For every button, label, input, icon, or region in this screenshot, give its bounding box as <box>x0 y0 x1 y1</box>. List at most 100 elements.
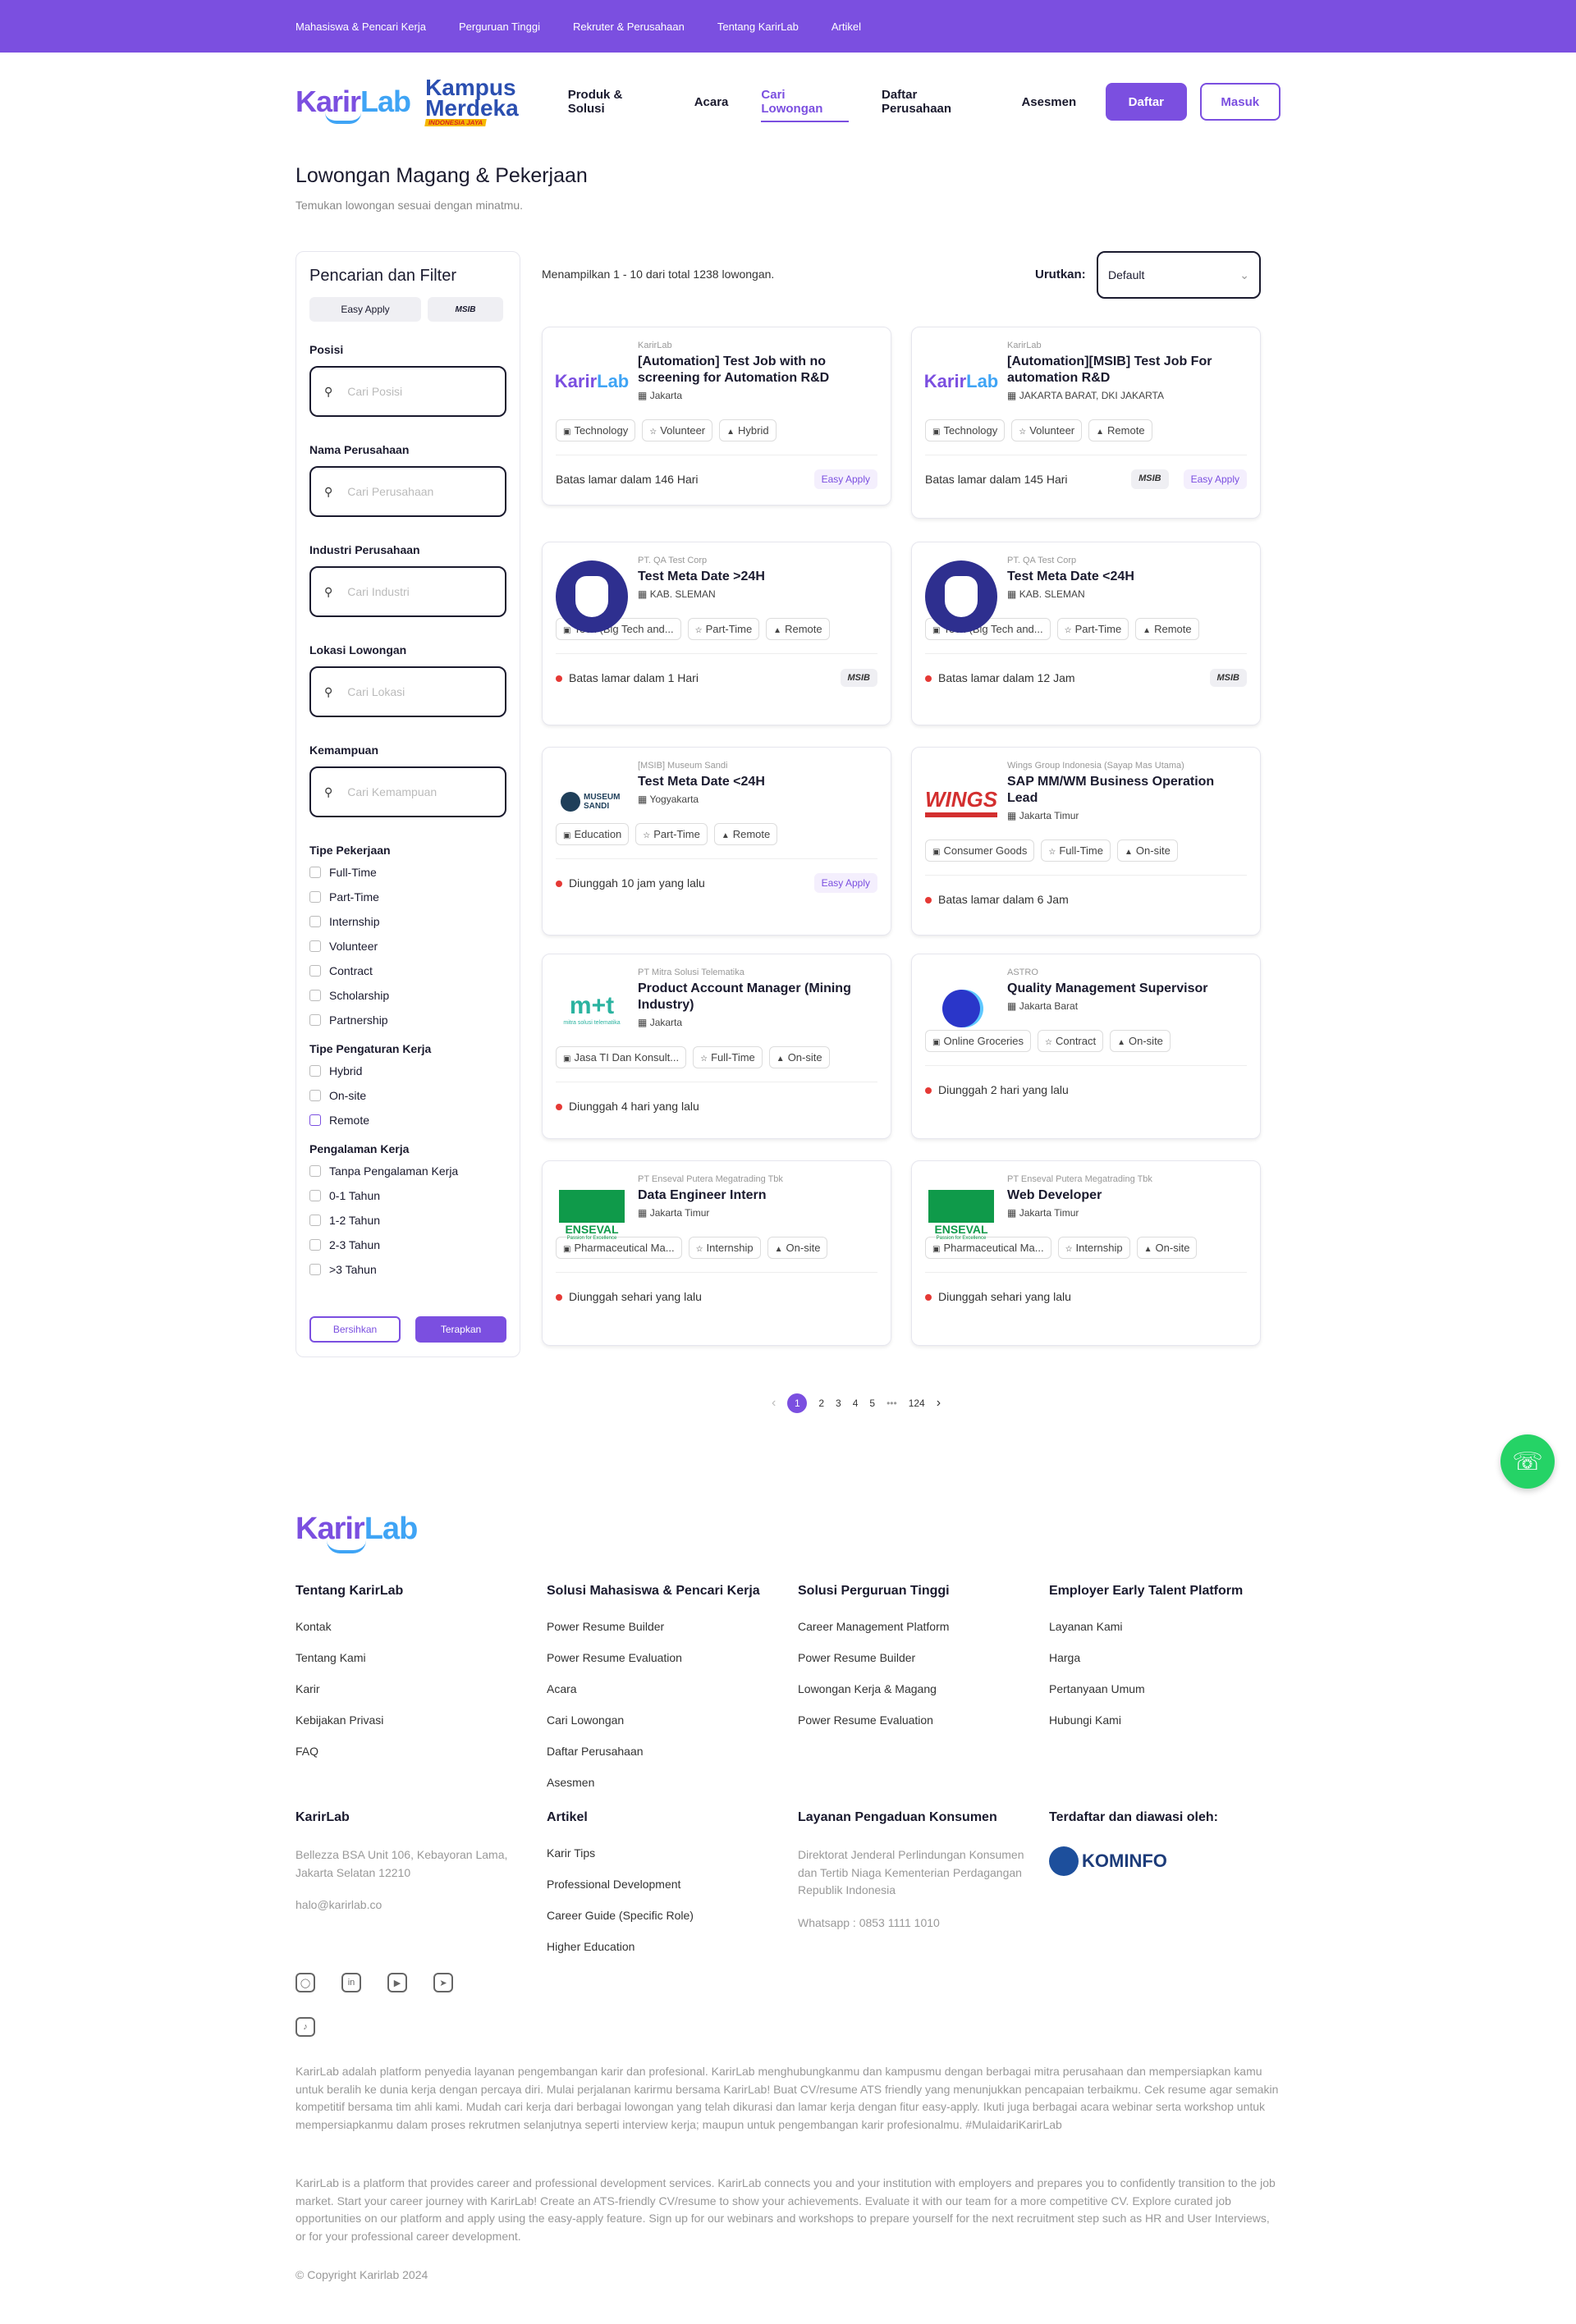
job-title[interactable]: SAP MM/WM Business Operation Lead <box>1007 774 1247 807</box>
footer-link[interactable]: Power Resume Evaluation <box>798 1713 1044 1727</box>
nav-cari-lowongan[interactable]: Cari Lowongan <box>761 88 849 122</box>
footer-link[interactable]: Daftar Perusahaan <box>547 1745 793 1758</box>
checkbox-on-site[interactable]: On-site <box>309 1083 506 1108</box>
footer-link[interactable]: Higher Education <box>547 1940 793 1953</box>
karirlab-logo[interactable]: KarirLab <box>296 85 411 124</box>
checkbox-hybrid[interactable]: Hybrid <box>309 1059 506 1083</box>
job-title[interactable]: Product Account Manager (Mining Industry… <box>638 981 877 1013</box>
footer-link[interactable]: Asesmen <box>547 1776 793 1789</box>
masuk-button[interactable]: Masuk <box>1199 83 1280 121</box>
page-3[interactable]: 3 <box>836 1398 841 1409</box>
topbar-link-artikel[interactable]: Artikel <box>832 21 861 33</box>
footer-link[interactable]: Karir <box>296 1682 542 1695</box>
footer-col-artikel: Artikel Karir Tips Professional Developm… <box>547 1810 793 1971</box>
footer-link[interactable]: Layanan Kami <box>1049 1620 1295 1633</box>
checkbox-2-3[interactable]: 2-3 Tahun <box>309 1233 506 1257</box>
footer-logo[interactable]: KarirLab <box>296 1512 418 1553</box>
page-2[interactable]: 2 <box>818 1398 824 1409</box>
footer-link[interactable]: Power Resume Builder <box>798 1651 1044 1664</box>
topbar-link-tentang[interactable]: Tentang KarirLab <box>717 21 799 33</box>
job-card[interactable]: MUSEUM SANDI [MSIB] Museum Sandi Test Me… <box>542 747 891 936</box>
checkbox-volunteer[interactable]: Volunteer <box>309 934 506 958</box>
job-title[interactable]: [Automation][MSIB] Test Job For automati… <box>1007 354 1247 387</box>
job-title[interactable]: Quality Management Supervisor <box>1007 981 1247 997</box>
job-card[interactable]: m+t mitra solusi telematika PT Mitra Solu… <box>542 954 891 1139</box>
job-card[interactable]: PT. QA Test Corp Test Meta Date <24H ▦ K… <box>911 542 1261 725</box>
job-card[interactable]: WINGS Wings Group Indonesia (Sayap Mas U… <box>911 747 1261 936</box>
instagram-icon[interactable]: ◯ <box>296 1973 315 1992</box>
easy-apply-filter[interactable]: Easy Apply <box>309 297 421 322</box>
youtube-icon[interactable]: ▶ <box>387 1973 407 1992</box>
checkbox-1-2[interactable]: 1-2 Tahun <box>309 1208 506 1233</box>
job-card[interactable]: KarirLab KarirLab [Automation] Test Job … <box>542 327 891 506</box>
kemampuan-input[interactable]: ⚲ Cari Kemampuan <box>309 766 506 817</box>
footer-link[interactable]: Hubungi Kami <box>1049 1713 1295 1727</box>
posisi-input[interactable]: ⚲ Cari Posisi <box>309 366 506 417</box>
footer-link[interactable]: Tentang Kami <box>296 1651 542 1664</box>
topbar-link-rekruter[interactable]: Rekruter & Perusahaan <box>573 21 685 33</box>
perusahaan-input[interactable]: ⚲ Cari Perusahaan <box>309 466 506 517</box>
job-card[interactable]: KarirLab KarirLab [Automation][MSIB] Tes… <box>911 327 1261 519</box>
next-page-button[interactable]: › <box>937 1396 941 1411</box>
sort-select[interactable]: Default ⌄ <box>1097 251 1261 299</box>
prev-page-button[interactable]: ‹ <box>772 1396 776 1411</box>
nav-asesmen[interactable]: Asesmen <box>1021 95 1076 109</box>
page-1[interactable]: 1 <box>787 1393 808 1413</box>
lokasi-input[interactable]: ⚲ Cari Lokasi <box>309 666 506 717</box>
checkbox-part-time[interactable]: Part-Time <box>309 885 506 909</box>
linkedin-icon[interactable]: in <box>341 1973 361 1992</box>
footer-link[interactable]: Pertanyaan Umum <box>1049 1682 1295 1695</box>
job-title[interactable]: Data Engineer Intern <box>638 1187 877 1204</box>
tiktok-icon[interactable]: ♪ <box>296 2017 315 2037</box>
footer-link[interactable]: Lowongan Kerja & Magang <box>798 1682 1044 1695</box>
job-card[interactable]: ASTRO Quality Management Supervisor ▦ Ja… <box>911 954 1261 1139</box>
footer-link[interactable]: Acara <box>547 1682 793 1695</box>
terapkan-button[interactable]: Terapkan <box>415 1316 506 1343</box>
footer-link[interactable]: Cari Lowongan <box>547 1713 793 1727</box>
checkbox-partnership[interactable]: Partnership <box>309 1008 506 1032</box>
whatsapp-button[interactable]: ☏ <box>1500 1434 1555 1489</box>
job-card[interactable]: PT. QA Test Corp Test Meta Date >24H ▦ K… <box>542 542 891 725</box>
job-card[interactable]: ENSEVAL Passion for Excellence PT Enseval… <box>542 1160 891 1346</box>
checkbox-internship[interactable]: Internship <box>309 909 506 934</box>
footer-link[interactable]: Kebijakan Privasi <box>296 1713 542 1727</box>
checkbox-3-plus[interactable]: >3 Tahun <box>309 1257 506 1282</box>
footer-link[interactable]: Career Management Platform <box>798 1620 1044 1633</box>
page-5[interactable]: 5 <box>869 1398 875 1409</box>
job-title[interactable]: [Automation] Test Job with no screening … <box>638 354 877 387</box>
nav-produk[interactable]: Produk & Solusi <box>568 88 662 116</box>
footer-link[interactable]: FAQ <box>296 1745 542 1758</box>
whatsapp-contact[interactable]: Whatsapp : 0853 1111 1010 <box>798 1915 1028 1933</box>
job-title[interactable]: Test Meta Date <24H <box>1007 569 1247 585</box>
footer-link[interactable]: Career Guide (Specific Role) <box>547 1909 793 1922</box>
page-4[interactable]: 4 <box>853 1398 859 1409</box>
job-title[interactable]: Test Meta Date >24H <box>638 569 877 585</box>
checkbox-contract[interactable]: Contract <box>309 958 506 983</box>
bersihkan-button[interactable]: Bersihkan <box>309 1316 401 1343</box>
main-header: KarirLab Kampus Merdeka INDONESIA JAYA P… <box>0 53 1576 151</box>
job-title[interactable]: Web Developer <box>1007 1187 1247 1204</box>
checkbox-full-time[interactable]: Full-Time <box>309 860 506 885</box>
nav-acara[interactable]: Acara <box>694 95 729 109</box>
industri-input[interactable]: ⚲ Cari Industri <box>309 566 506 617</box>
topbar-link-perguruan[interactable]: Perguruan Tinggi <box>459 21 540 33</box>
footer-link[interactable]: Professional Development <box>547 1878 793 1891</box>
footer-link[interactable]: Harga <box>1049 1651 1295 1664</box>
footer-link[interactable]: Power Resume Builder <box>547 1620 793 1633</box>
footer-link[interactable]: Power Resume Evaluation <box>547 1651 793 1664</box>
telegram-icon[interactable]: ➤ <box>433 1973 453 1992</box>
job-title[interactable]: Test Meta Date <24H <box>638 774 877 790</box>
page-124[interactable]: 124 <box>909 1398 925 1409</box>
nav-daftar-perusahaan[interactable]: Daftar Perusahaan <box>882 88 988 116</box>
footer-link[interactable]: Karir Tips <box>547 1846 793 1860</box>
msib-filter[interactable]: MSIB <box>428 297 503 322</box>
job-card[interactable]: ENSEVAL Passion for Excellence PT Enseval… <box>911 1160 1261 1346</box>
daftar-button[interactable]: Daftar <box>1106 83 1187 121</box>
checkbox-scholarship[interactable]: Scholarship <box>309 983 506 1008</box>
checkbox-tanpa-pengalaman[interactable]: Tanpa Pengalaman Kerja <box>309 1159 506 1183</box>
footer-link[interactable]: Kontak <box>296 1620 542 1633</box>
checkbox-remote[interactable]: Remote <box>309 1108 506 1132</box>
checkbox-0-1[interactable]: 0-1 Tahun <box>309 1183 506 1208</box>
email[interactable]: halo@karirlab.co <box>296 1896 509 1915</box>
topbar-link-mahasiswa[interactable]: Mahasiswa & Pencari Kerja <box>296 21 426 33</box>
